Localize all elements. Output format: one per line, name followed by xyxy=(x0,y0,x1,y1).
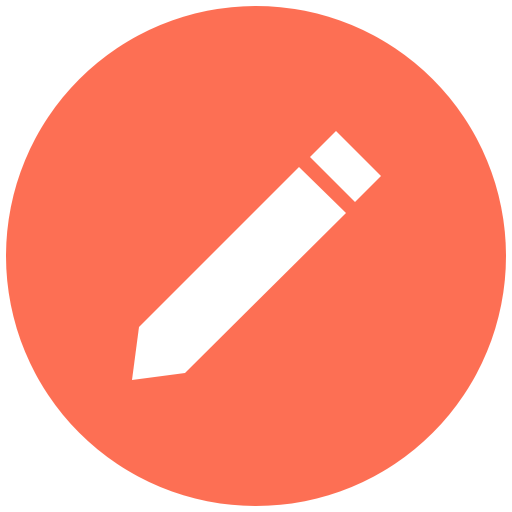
edit-icon-button[interactable] xyxy=(0,0,512,512)
pencil-edit-icon xyxy=(6,6,506,506)
